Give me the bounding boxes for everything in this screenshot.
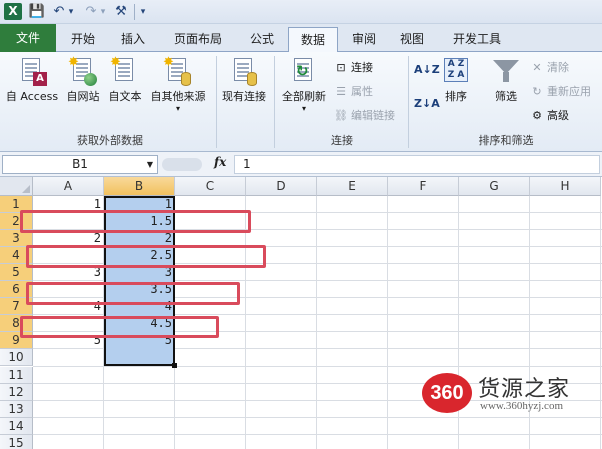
text-doc-icon: ✸ — [110, 56, 140, 86]
tab-formulas[interactable]: 公式 — [240, 27, 284, 52]
select-all-corner[interactable] — [0, 177, 33, 196]
formula-bar: B1 ▼ fx 1 — [0, 152, 602, 177]
chevron-down-icon: ▾ — [175, 104, 180, 113]
group-label-sort-filter: 排序和筛选 — [478, 134, 534, 147]
tab-developer[interactable]: 开发工具 — [440, 27, 514, 52]
properties-icon: ☰ — [336, 85, 346, 98]
ribbon-tabs: 文件 开始 插入 页面布局 公式 数据 审阅 视图 开发工具 — [0, 24, 602, 53]
connections-icon: ⊡ — [336, 61, 346, 74]
tab-page-layout[interactable]: 页面布局 — [160, 27, 236, 52]
from-access-label: 自 Access — [5, 90, 59, 103]
redo-dropdown-icon[interactable]: ▾ — [98, 3, 108, 21]
qat-more-icon[interactable]: ▾ — [137, 3, 149, 21]
grid-line — [316, 196, 317, 449]
filter-button[interactable]: 筛选 — [484, 56, 528, 104]
column-header-g[interactable]: G — [459, 177, 530, 196]
clear-filter-icon: ✕ — [532, 61, 542, 74]
name-box[interactable]: B1 ▼ — [2, 155, 158, 174]
existing-connections-label: 现有连接 — [222, 90, 266, 103]
row-header-14[interactable]: 14 — [0, 417, 33, 435]
filter-funnel-icon — [491, 56, 521, 86]
sort-dialog-icon: A ZZ A — [441, 56, 471, 86]
existing-connections-button[interactable]: 现有连接 — [218, 56, 270, 104]
column-header-a[interactable]: A — [33, 177, 104, 196]
excel-logo-icon: X — [4, 3, 22, 20]
link-icon: ⛓ — [334, 109, 348, 122]
web-doc-icon: ✸ — [68, 56, 98, 86]
watermark-url: www.360hyzj.com — [480, 400, 563, 412]
grid-line — [245, 196, 246, 449]
qat-separator — [134, 4, 135, 20]
tab-view[interactable]: 视图 — [390, 27, 434, 52]
filter-label: 筛选 — [495, 90, 517, 103]
from-web-button[interactable]: ✸ 自网站 — [62, 56, 104, 104]
tab-data[interactable]: 数据 — [288, 27, 338, 53]
row-header-13[interactable]: 13 — [0, 400, 33, 418]
reapply-icon: ↻ — [532, 85, 542, 98]
sort-label: 排序 — [445, 90, 467, 103]
red-highlight-box — [26, 245, 266, 268]
connections-button[interactable]: ⊡ 连接 — [334, 60, 373, 76]
refresh-all-label: 全部刷新 — [282, 90, 326, 103]
tab-home[interactable]: 开始 — [60, 27, 106, 52]
grid-line — [33, 416, 602, 418]
grid-line — [387, 196, 388, 449]
column-header-d[interactable]: D — [246, 177, 317, 196]
properties-button[interactable]: ☰ 属性 — [334, 84, 373, 100]
formula-input[interactable]: 1 — [234, 155, 600, 174]
column-header-c[interactable]: C — [175, 177, 246, 196]
sort-descending-icon[interactable]: Z↓A — [414, 96, 440, 112]
chevron-down-icon: ▾ — [301, 104, 306, 113]
from-access-button[interactable]: A 自 Access — [2, 56, 62, 104]
watermark-logo: 360 货源之家 www.360hyzj.com — [418, 370, 602, 416]
group-label-connections: 连接 — [331, 134, 353, 147]
row-header-11[interactable]: 11 — [0, 366, 33, 384]
from-other-sources-button[interactable]: ✸ 自其他来源 ▾ — [146, 56, 210, 113]
column-header-e[interactable]: E — [317, 177, 388, 196]
group-label-external: 获取外部数据 — [77, 134, 143, 147]
row-header-12[interactable]: 12 — [0, 383, 33, 401]
group-separator — [408, 56, 409, 148]
red-highlight-box — [20, 316, 219, 338]
tab-review[interactable]: 审阅 — [342, 27, 386, 52]
column-header-h[interactable]: H — [530, 177, 601, 196]
grid-line — [33, 433, 602, 435]
existing-connections-icon — [229, 56, 259, 86]
group-separator — [216, 56, 217, 148]
reapply-button[interactable]: ↻ 重新应用 — [530, 84, 591, 100]
advanced-filter-button[interactable]: ⚙ 高级 — [530, 108, 569, 124]
quick-access-toolbar: X 💾 ↶ ▾ ↷ ▾ ⚒ ▾ — [0, 0, 602, 24]
watermark-badge: 360 — [422, 373, 472, 413]
refresh-all-button[interactable]: ↻ 全部刷新 ▾ — [278, 56, 330, 113]
edit-links-button[interactable]: ⛓ 编辑链接 — [334, 108, 395, 124]
column-header-b[interactable]: B — [104, 177, 175, 196]
row-header-10[interactable]: 10 — [0, 349, 33, 367]
clear-filter-button[interactable]: ✕ 清除 — [530, 60, 569, 76]
insert-function-icon[interactable]: fx — [214, 155, 226, 169]
group-separator — [274, 56, 275, 148]
customize-tools-icon[interactable]: ⚒ — [112, 3, 130, 21]
chevron-down-icon[interactable]: ▼ — [147, 156, 153, 173]
sort-button[interactable]: A ZZ A 排序 — [438, 56, 474, 104]
save-icon[interactable]: 💾 — [28, 3, 46, 21]
tab-file[interactable]: 文件 — [0, 24, 56, 52]
advanced-filter-icon: ⚙ — [532, 109, 542, 122]
other-sources-icon: ✸ — [163, 56, 193, 86]
ribbon-data: A 自 Access ✸ 自网站 ✸ 自文本 ✸ 自其他来源 ▾ 获取外部数据 … — [0, 52, 602, 152]
undo-dropdown-icon[interactable]: ▾ — [66, 3, 76, 21]
from-web-label: 自网站 — [66, 90, 100, 103]
access-doc-icon: A — [17, 56, 47, 86]
sort-ascending-icon[interactable]: A↓Z — [414, 62, 440, 78]
watermark-title: 货源之家 — [478, 377, 571, 402]
refresh-icon: ↻ — [289, 56, 319, 86]
from-text-label: 自文本 — [108, 90, 142, 103]
red-highlight-box — [20, 210, 251, 233]
row-header-15[interactable]: 15 — [0, 434, 33, 449]
red-highlight-box — [26, 282, 240, 305]
tab-insert[interactable]: 插入 — [110, 27, 156, 52]
from-text-button[interactable]: ✸ 自文本 — [104, 56, 146, 104]
from-other-label: 自其他来源 — [150, 90, 206, 103]
column-header-f[interactable]: F — [388, 177, 459, 196]
formula-bar-resize-handle[interactable] — [162, 158, 202, 171]
